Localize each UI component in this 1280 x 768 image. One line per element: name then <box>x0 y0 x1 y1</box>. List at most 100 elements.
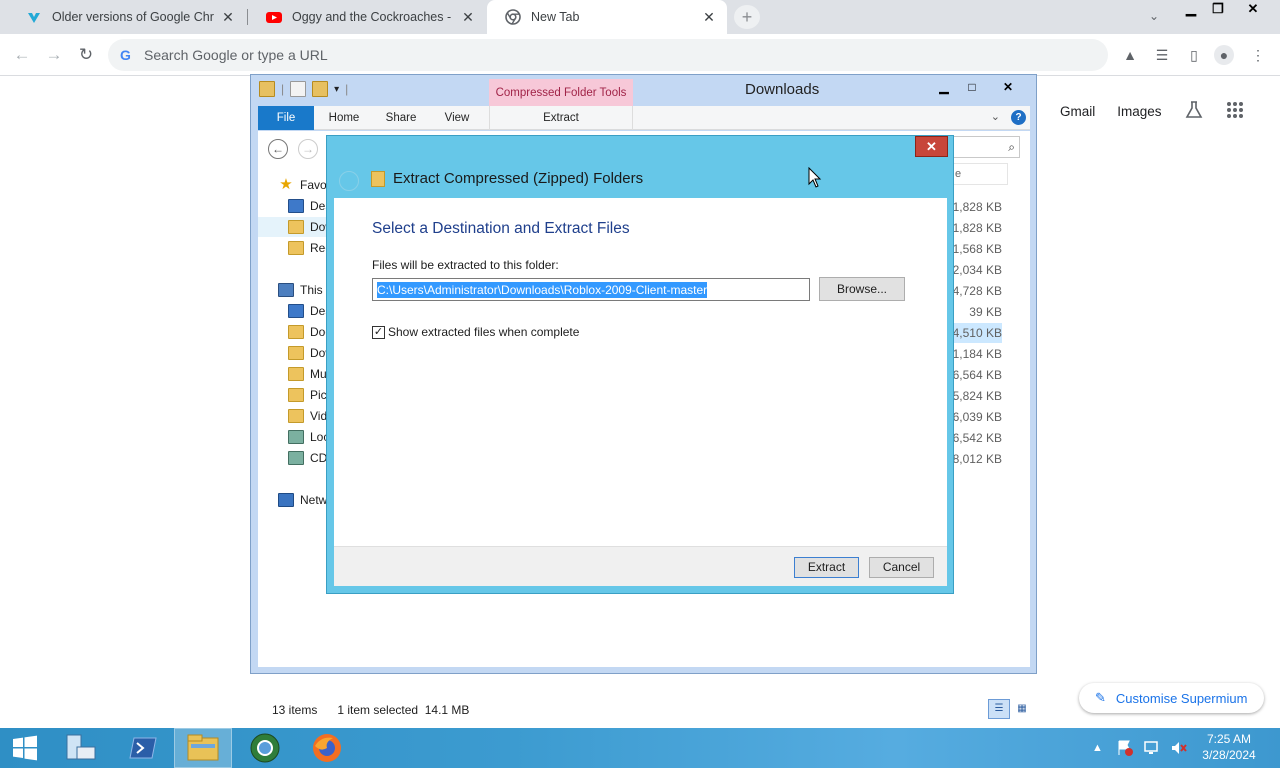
restore-icon[interactable]: ❐ <box>1203 0 1233 18</box>
google-g-icon: G <box>120 47 131 63</box>
dialog-close-icon[interactable]: ✕ <box>915 136 948 157</box>
explorer-minimize-icon[interactable]: ▁ <box>929 77 959 97</box>
profile-avatar-icon[interactable]: ● <box>1214 45 1234 65</box>
omnibox[interactable]: G <box>108 39 1108 71</box>
reading-list-icon[interactable]: ☰ <box>1152 45 1172 65</box>
search-icon: ⌕ <box>1008 140 1015 154</box>
ribbon-tab-view[interactable]: View <box>434 106 480 130</box>
explorer-title: Downloads <box>745 81 820 98</box>
windows-start-icon[interactable] <box>0 728 50 768</box>
more-menu-icon[interactable]: ⋮ <box>1248 45 1268 65</box>
new-folder-icon[interactable] <box>312 81 329 97</box>
forward-arrow-icon[interactable]: → <box>42 43 66 67</box>
system-clock[interactable]: 7:25 AM 3/28/2024 <box>1194 731 1264 763</box>
tab-oggy-youtube[interactable]: Oggy and the Cockroaches - Og ✕ <box>248 0 486 34</box>
explorer-status-bar: 13 items 1 item selected 14.1 MB <box>272 703 469 717</box>
desktop-icon <box>288 304 304 318</box>
close-window-icon[interactable]: ✕ <box>1238 0 1268 18</box>
customize-qat-chevron-icon[interactable]: ▾ <box>334 84 339 95</box>
status-selection: 1 item selected 14.1 MB <box>337 703 470 717</box>
tab-older-chrome-versions[interactable]: Older versions of Google Chrom ✕ <box>8 0 246 34</box>
minimize-icon[interactable]: ▁ <box>1176 0 1206 18</box>
ribbon-tab-file[interactable]: File <box>258 106 314 130</box>
show-files-option[interactable]: ✓ Show extracted files when complete <box>372 325 579 339</box>
show-hidden-icons-icon[interactable]: ▲ <box>1092 728 1103 768</box>
destination-path-text: C:\Users\Administrator\Downloads\Roblox-… <box>377 281 708 298</box>
close-icon[interactable]: ✕ <box>220 9 236 26</box>
extract-dialog: ✕ Extract Compressed (Zipped) Folders Se… <box>326 135 954 594</box>
gmail-link[interactable]: Gmail <box>1060 104 1095 119</box>
close-icon[interactable]: ✕ <box>701 9 717 26</box>
supermium-browser-icon[interactable] <box>236 728 294 768</box>
recent-places-icon <box>288 241 304 255</box>
explorer-maximize-icon[interactable]: □ <box>957 77 987 97</box>
mouse-pointer-icon <box>808 167 822 188</box>
network-icon <box>278 493 294 507</box>
help-icon[interactable]: ? <box>1011 110 1026 125</box>
this-pc-icon <box>278 283 294 297</box>
customise-button[interactable]: ✎ Customise Supermium <box>1079 683 1264 713</box>
server-manager-icon[interactable] <box>52 728 110 768</box>
tab-new-tab[interactable]: New Tab ✕ <box>487 0 727 34</box>
pictures-folder-icon <box>288 388 304 402</box>
tab-search-chevron-icon[interactable]: ⌄ <box>1144 4 1164 28</box>
reload-icon[interactable]: ↻ <box>74 43 98 67</box>
back-arrow-icon[interactable]: ← <box>268 139 288 159</box>
dialog-back-arrow-icon[interactable] <box>339 171 359 191</box>
new-tab-button[interactable]: + <box>734 5 760 29</box>
forward-arrow-icon[interactable]: → <box>298 139 318 159</box>
quick-access-toolbar: | ▾ | <box>259 81 348 97</box>
back-arrow-icon[interactable]: ← <box>10 43 34 67</box>
music-folder-icon <box>288 367 304 381</box>
column-header-size[interactable]: e <box>952 163 1008 185</box>
images-link[interactable]: Images <box>1117 104 1161 119</box>
show-files-checkbox[interactable]: ✓ <box>372 325 385 339</box>
downloads-folder-icon <box>288 346 304 360</box>
ribbon-tabs: File Home Share View Extract ⌄ ? <box>258 106 1030 130</box>
ribbon-tab-share[interactable]: Share <box>378 106 424 130</box>
apps-grid-icon[interactable] <box>1226 101 1244 122</box>
nav-downloads-favorite[interactable]: Dow <box>258 217 328 237</box>
volume-muted-icon[interactable] <box>1170 728 1188 768</box>
youtube-icon <box>266 9 282 25</box>
search-labs-icon[interactable] <box>1184 100 1204 123</box>
zipped-folder-icon <box>371 170 385 187</box>
ribbon-tab-extract[interactable]: Extract <box>489 106 633 130</box>
browser-tab-strip: Older versions of Google Chrom ✕ Oggy an… <box>0 0 1280 34</box>
status-item-count: 13 items <box>272 703 318 717</box>
action-center-flag-icon[interactable] <box>1116 728 1134 768</box>
powershell-icon[interactable] <box>114 728 172 768</box>
side-panel-icon[interactable]: ▯ <box>1184 45 1204 65</box>
labs-flask-icon[interactable]: ▲ <box>1120 45 1140 65</box>
clock-time: 7:25 AM <box>1206 732 1252 746</box>
address-search-input[interactable] <box>144 47 1044 63</box>
separator: | <box>345 82 349 96</box>
destination-path-input[interactable]: C:\Users\Administrator\Downloads\Roblox-… <box>372 278 810 301</box>
ribbon-tab-home[interactable]: Home <box>322 106 366 130</box>
videos-folder-icon <box>288 409 304 423</box>
cancel-button[interactable]: Cancel <box>869 557 934 578</box>
properties-icon[interactable] <box>290 81 307 97</box>
search-downloads-field[interactable]: ⌕ <box>952 136 1020 158</box>
downloads-folder-icon <box>288 220 304 234</box>
network-status-icon[interactable] <box>1143 728 1161 768</box>
extract-button[interactable]: Extract <box>794 557 859 578</box>
dialog-heading: Select a Destination and Extract Files <box>372 220 630 237</box>
cd-drive-icon <box>288 451 304 465</box>
file-explorer-icon[interactable] <box>174 728 232 768</box>
desktop-icon <box>288 199 304 213</box>
local-disk-icon <box>288 430 304 444</box>
large-icons-view-icon[interactable]: ▦ <box>1014 699 1030 719</box>
chrome-icon <box>505 9 521 25</box>
close-icon[interactable]: ✕ <box>460 9 476 26</box>
explorer-close-icon[interactable]: ✕ <box>993 77 1023 97</box>
expand-ribbon-chevron-icon[interactable]: ⌄ <box>991 110 1000 123</box>
clock-date: 3/28/2024 <box>1202 748 1256 762</box>
details-view-icon[interactable]: ☰ <box>988 699 1010 719</box>
documents-folder-icon <box>288 325 304 339</box>
folder-icon[interactable] <box>259 81 275 97</box>
pencil-icon: ✎ <box>1095 690 1106 705</box>
firefox-icon[interactable] <box>298 728 356 768</box>
show-files-label: Show extracted files when complete <box>388 325 580 339</box>
browse-button[interactable]: Browse... <box>819 277 905 301</box>
